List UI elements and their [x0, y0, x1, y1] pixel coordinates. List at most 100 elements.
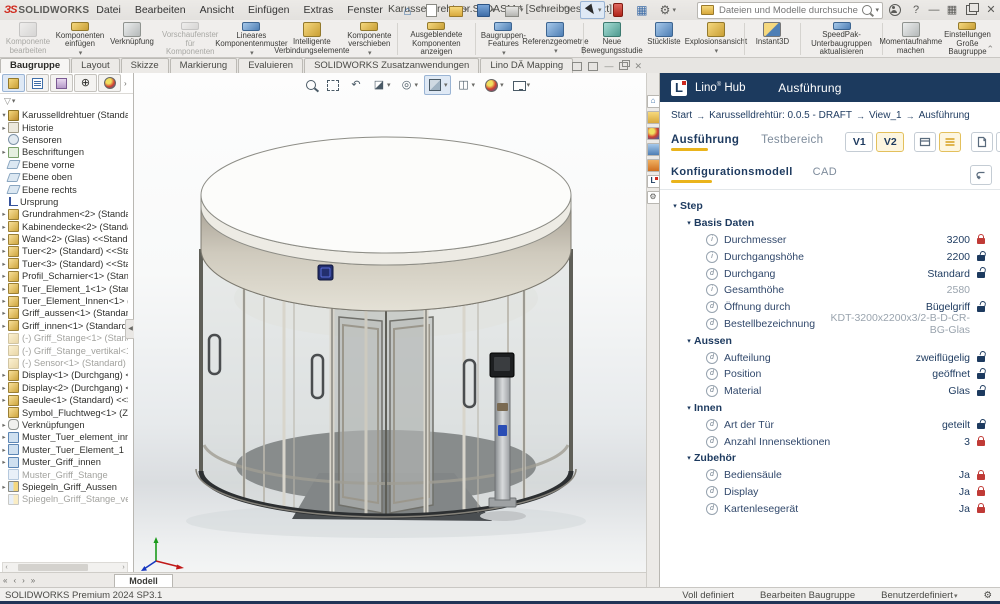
lock-open-icon[interactable]: [977, 373, 985, 379]
view-orientation-button[interactable]: ▾: [424, 75, 451, 95]
expand-arrow-icon[interactable]: ▸: [0, 446, 8, 454]
breadcrumb-segment[interactable]: Start: [671, 110, 692, 121]
expand-arrow-icon[interactable]: ▸: [0, 247, 8, 255]
tree-item[interactable]: ▸Griff_aussen<1> (Standard) <<Stand: [0, 307, 128, 319]
dropdown-caret-icon[interactable]: ▾: [472, 81, 476, 89]
expand-arrow-icon[interactable]: ▸: [0, 272, 8, 280]
referenzgeometrie-button[interactable]: Referenzgeometrie▾: [529, 21, 581, 57]
pane-tab-dimxpert[interactable]: [74, 74, 97, 92]
tree-item[interactable]: ▸Verknüpfungen: [0, 419, 128, 431]
dropdown-caret-icon[interactable]: ▾: [464, 6, 468, 14]
scrollbar-thumb[interactable]: [18, 564, 88, 571]
param-row[interactable]: dKartenlesegerätJa: [660, 500, 1000, 517]
lock-closed-icon[interactable]: [977, 490, 985, 496]
filter-caret-icon[interactable]: ▾: [12, 97, 16, 105]
param-value[interactable]: Standard: [927, 268, 970, 280]
dropdown-caret-icon[interactable]: ▾: [250, 49, 254, 57]
tree-item[interactable]: ▸Tuer<2> (Standard) <<Standard>_A: [0, 245, 128, 257]
card-view-button[interactable]: [914, 132, 936, 152]
open-file-icon[interactable]: [647, 111, 660, 124]
stückliste-button[interactable]: Stückliste: [638, 21, 690, 57]
tree-item[interactable]: ▸Display<2> (Durchgang) <<Standar: [0, 382, 128, 394]
dropdown-caret-icon[interactable]: ▾: [368, 49, 372, 57]
expand-arrow-icon[interactable]: ▸: [0, 285, 8, 293]
lino-tab-ausführung[interactable]: Ausführung: [671, 134, 739, 151]
display-style-button[interactable]: ◫▾: [454, 76, 479, 94]
expand-arrow-icon[interactable]: ▸: [0, 384, 8, 392]
breadcrumb-segment[interactable]: View_1: [869, 110, 902, 121]
lock-open-icon[interactable]: [977, 423, 985, 429]
tree-item[interactable]: ▸Historie: [0, 121, 128, 133]
verknüpfung-button[interactable]: Verknüpfung: [106, 21, 158, 57]
options-button[interactable]: ▾: [654, 1, 680, 19]
tree-item[interactable]: Ebene rechts: [0, 183, 128, 195]
sync-button[interactable]: [996, 132, 1000, 152]
tree-item[interactable]: Symbol_Fluchtweg<1> (Zweifach_F: [0, 406, 128, 418]
search-input[interactable]: [717, 4, 860, 17]
model-tab[interactable]: Modell: [114, 574, 173, 587]
tree-filter[interactable]: ▽ ▾: [0, 94, 133, 108]
tree-item[interactable]: ▸Tuer<3> (Standard) <<Standard>_A: [0, 258, 128, 270]
param-value[interactable]: zweiflügelig: [916, 352, 970, 364]
menu-fenster[interactable]: Fenster: [340, 0, 390, 20]
expand-arrow-icon[interactable]: ▸: [0, 210, 8, 218]
expand-arrow-icon[interactable]: ▸: [0, 309, 8, 317]
collapse-caret-icon[interactable]: ▾: [684, 219, 694, 227]
tree-item[interactable]: (-) Griff_Stange_vertikal<1> (Standa: [0, 344, 128, 356]
tree-item[interactable]: ▸Display<1> (Durchgang) <<Standar: [0, 369, 128, 381]
tree-item[interactable]: Ebene vorne: [0, 159, 128, 171]
search-caret-icon[interactable]: ▾: [875, 6, 879, 14]
zoom-area-button[interactable]: [323, 76, 343, 95]
expand-arrow-icon[interactable]: ▸: [0, 124, 8, 132]
select-button[interactable]: ▾: [580, 1, 606, 19]
lock-closed-icon[interactable]: [977, 507, 985, 513]
zoom-fit-button[interactable]: [302, 77, 320, 93]
pane-tab-display-manager[interactable]: [98, 74, 121, 92]
tree-item[interactable]: (-) Sensor<1> (Standard): [0, 357, 128, 369]
param-group-row[interactable]: ▾Step: [660, 198, 1000, 215]
param-row[interactable]: dArt der Türgeteilt: [660, 416, 1000, 433]
tree-item[interactable]: Spiegeln_Griff_Stange_vertikal: [0, 493, 128, 505]
tree-item[interactable]: ▸Tuer_Element_1<1> (Standard) <<St: [0, 282, 128, 294]
dropdown-caret-icon[interactable]: ▾: [527, 81, 531, 89]
speedpak-unterbaugruppen-aktualisieren-button[interactable]: SpeedPak-Unterbaugruppen aktualisieren: [803, 21, 880, 57]
dropdown-caret-icon[interactable]: ▾: [444, 81, 448, 89]
lock-closed-icon[interactable]: [977, 238, 985, 244]
tab-skizze[interactable]: Skizze: [121, 58, 169, 73]
expand-arrow-icon[interactable]: ▸: [0, 322, 8, 330]
tab-markierung[interactable]: Markierung: [170, 58, 238, 73]
param-row[interactable]: dDisplayJa: [660, 484, 1000, 501]
tree-item[interactable]: Muster_Griff_Stange: [0, 468, 128, 480]
dropdown-caret-icon[interactable]: ▾: [598, 6, 602, 14]
expand-arrow-icon[interactable]: ▸: [0, 396, 8, 404]
dropdown-caret-icon[interactable]: ▾: [387, 81, 391, 89]
pane-tabs-overflow-icon[interactable]: ›: [124, 79, 127, 88]
param-row[interactable]: iDurchmesser3200: [660, 232, 1000, 249]
open-button[interactable]: ▾: [445, 1, 472, 19]
expand-arrow-icon[interactable]: ▸: [0, 148, 8, 156]
param-group-row[interactable]: ▾Basis Daten: [660, 215, 1000, 232]
pane-tab-property-manager[interactable]: [26, 74, 49, 92]
lock-closed-icon[interactable]: [977, 440, 985, 446]
close-icon[interactable]: ✕: [634, 60, 642, 72]
tree-item[interactable]: ▸Griff_innen<1> (Standard) <<Standa: [0, 320, 128, 332]
tab-evaluieren[interactable]: Evaluieren: [238, 58, 303, 73]
menu-ansicht[interactable]: Ansicht: [193, 0, 241, 20]
param-group-row[interactable]: ▾Innen: [660, 400, 1000, 417]
lock-closed-icon[interactable]: [977, 474, 985, 480]
ribbon-collapse-icon[interactable]: ⌃: [986, 44, 994, 55]
menu-datei[interactable]: Datei: [89, 0, 128, 20]
dropdown-caret-icon[interactable]: ▾: [715, 47, 719, 55]
param-row[interactable]: dBestellbezeichnungKDT-3200x2200x3/2-B-D…: [660, 316, 1000, 333]
tab-lino-dä-mapping[interactable]: Lino DÄ Mapping: [480, 58, 573, 73]
expand-arrow-icon[interactable]: ▸: [0, 223, 8, 231]
param-row[interactable]: dAnzahl Innensektionen3: [660, 433, 1000, 450]
pop-out-icon[interactable]: [588, 62, 598, 71]
dropdown-caret-icon[interactable]: ▾: [520, 6, 524, 14]
section-view-button[interactable]: ◪▾: [369, 76, 394, 94]
save-button[interactable]: ▾: [473, 1, 499, 19]
param-value[interactable]: 3200: [947, 234, 970, 246]
tree-item[interactable]: Ursprung: [0, 196, 128, 208]
xpert-button[interactable]: [607, 1, 629, 19]
expand-arrow-icon[interactable]: ▸: [0, 235, 8, 243]
